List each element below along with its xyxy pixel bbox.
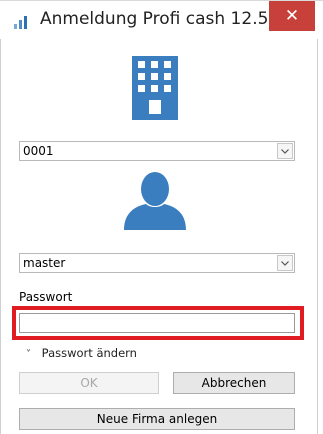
building-icon [132, 56, 178, 120]
company-select-value: 0001 [23, 144, 54, 158]
window-border-right [317, 0, 318, 434]
change-password-expander[interactable]: ˅ Passwort ändern [26, 346, 137, 360]
new-company-button[interactable]: Neue Firma anlegen [19, 408, 295, 430]
close-icon: ✕ [284, 6, 300, 26]
change-password-label: Passwort ändern [41, 346, 137, 360]
bar-chart-icon [14, 16, 27, 29]
ok-button[interactable]: OK [19, 372, 159, 394]
title-bar[interactable]: Anmeldung Profi cash 12.51 ✕ [0, 0, 323, 39]
cancel-button[interactable]: Abbrechen [173, 372, 295, 394]
password-label: Passwort [19, 290, 73, 304]
window-title: Anmeldung Profi cash 12.51 [40, 9, 280, 29]
close-button[interactable]: ✕ [269, 1, 315, 31]
chevron-down-icon: ˅ [26, 349, 31, 360]
user-select-value: master [23, 256, 66, 270]
user-icon [124, 172, 186, 230]
chevron-down-icon[interactable] [277, 143, 293, 159]
chevron-down-icon[interactable] [277, 255, 293, 271]
password-input[interactable] [19, 313, 295, 333]
user-select[interactable]: master [19, 253, 295, 273]
login-window: Anmeldung Profi cash 12.51 ✕ 0001 master [0, 0, 323, 434]
company-select[interactable]: 0001 [19, 141, 295, 161]
window-border-left [0, 0, 1, 434]
